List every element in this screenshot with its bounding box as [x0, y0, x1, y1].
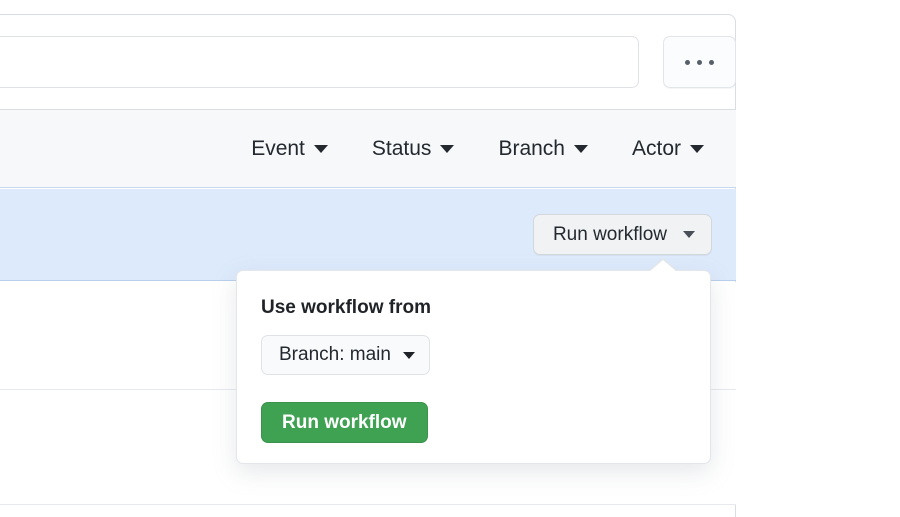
filter-bar: Event Status Branch Actor [0, 109, 736, 188]
search-input[interactable] [0, 36, 639, 88]
filter-event-label: Event [251, 137, 305, 161]
filter-status[interactable]: Status [372, 137, 455, 161]
branch-select-label: Branch: main [279, 344, 391, 366]
search-toolbar [0, 36, 736, 88]
chevron-down-icon [690, 145, 704, 153]
run-workflow-dropdown-button[interactable]: Run workflow [533, 214, 712, 255]
filter-status-label: Status [372, 137, 432, 161]
chevron-down-icon [683, 231, 695, 238]
chevron-down-icon [574, 145, 588, 153]
popover-title: Use workflow from [261, 297, 431, 319]
chevron-down-icon [440, 145, 454, 153]
run-workflow-submit-button[interactable]: Run workflow [261, 402, 428, 443]
filter-actor-label: Actor [632, 137, 681, 161]
filter-branch[interactable]: Branch [498, 137, 588, 161]
run-workflow-dropdown-label: Run workflow [553, 224, 667, 246]
run-workflow-popover: Use workflow from Branch: main Run workf… [236, 270, 711, 464]
chevron-down-icon [314, 145, 328, 153]
filter-actor[interactable]: Actor [632, 137, 704, 161]
screen-root: Event Status Branch Actor Run workflow [0, 0, 900, 517]
overflow-menu-button[interactable] [663, 36, 736, 88]
chevron-down-icon [403, 352, 415, 359]
branch-select-button[interactable]: Branch: main [261, 335, 430, 375]
popover-caret [649, 260, 677, 272]
filter-event[interactable]: Event [251, 137, 328, 161]
kebab-horizontal-icon [685, 60, 714, 65]
workflow-dispatch-banner: Run workflow [0, 189, 736, 281]
filter-branch-label: Branch [498, 137, 565, 161]
